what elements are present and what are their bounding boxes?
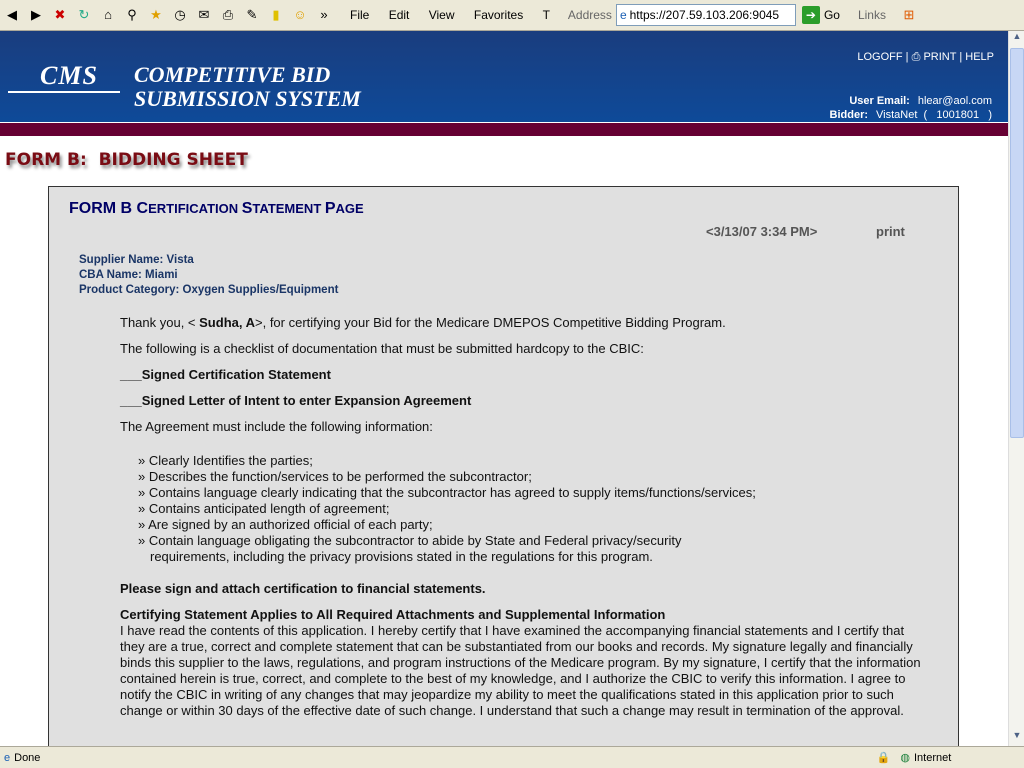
page-icon: e	[619, 8, 627, 22]
links-button[interactable]: Links	[858, 8, 886, 22]
top-links: LOGOFF | ⎙ PRINT | HELP	[857, 51, 994, 63]
product-category: Product Category: Oxygen Supplies/Equipm…	[79, 284, 339, 296]
page-heading: FORM B: BIDDING SHEET	[5, 150, 248, 170]
note-icon[interactable]: ▮	[267, 6, 285, 24]
status-bar: e Done 🔒 ◍ Internet	[0, 746, 1024, 768]
bidder: VistaNet ( 1001801 )	[876, 109, 992, 121]
header-banner: CMS COMPETITIVE BID SUBMISSION SYSTEM LOG…	[0, 31, 1008, 122]
chevron-more-icon[interactable]: »	[315, 6, 333, 24]
datetime: <3/13/07 3:34 PM>	[706, 224, 818, 239]
supplier-name: Supplier Name: Vista	[79, 254, 194, 266]
panel-body: Thank you, < Sudha, A>, for certifying y…	[120, 315, 930, 719]
cba-name: CBA Name: Miami	[79, 269, 178, 281]
zone-text: Internet	[914, 751, 952, 764]
app-title: COMPETITIVE BID SUBMISSION SYSTEM	[134, 63, 361, 111]
certification-panel: FORM B CERTIFICATION STATEMENT PAGE <3/1…	[48, 186, 959, 756]
address-input[interactable]: e https://207.59.103.206:9045	[615, 4, 796, 26]
checklist-intro: The following is a checklist of document…	[120, 341, 644, 356]
list-item: » Contain language obligating the subcon…	[138, 533, 682, 564]
list-item: » Are signed by an authorized official o…	[138, 517, 433, 532]
bidder-label: Bidder:	[829, 109, 869, 121]
logo-line	[8, 91, 120, 93]
user-email: hlear@aol.com	[917, 95, 992, 107]
go-button[interactable]: ➔ Go	[801, 6, 840, 24]
title-line-1: COMPETITIVE BID	[134, 62, 331, 87]
scroll-thumb[interactable]	[1010, 48, 1024, 438]
menu-file[interactable]: File	[350, 8, 369, 22]
favorites-icon[interactable]: ★	[147, 6, 165, 24]
print-link[interactable]: PRINT	[923, 51, 956, 63]
scroll-down-icon[interactable]: ▼	[1010, 730, 1024, 746]
page-done-icon: e	[4, 751, 11, 764]
url-text: https://207.59.103.206:9045	[629, 8, 780, 22]
menu-tools[interactable]: T	[543, 8, 550, 22]
list-item: » Contains anticipated length of agreeme…	[138, 501, 390, 516]
forward-icon[interactable]: ▶	[27, 6, 45, 24]
stop-icon[interactable]: ✖	[51, 6, 69, 24]
supplier-info: Supplier Name: Vista CBA Name: Miami Pro…	[79, 253, 338, 298]
edit-icon[interactable]: ✎	[243, 6, 261, 24]
address-label: Address	[567, 8, 612, 22]
thanks-text: Thank you, < Sudha, A>, for certifying y…	[120, 315, 726, 330]
vertical-scrollbar[interactable]: ▲ ▼	[1008, 31, 1024, 746]
title-line-2: SUBMISSION SYSTEM	[134, 86, 361, 111]
search-icon[interactable]: ⚲	[123, 6, 141, 24]
back-icon[interactable]: ◀	[3, 6, 21, 24]
user-email-label: User Email:	[849, 95, 910, 107]
home-icon[interactable]: ⌂	[99, 6, 117, 24]
go-arrow-icon: ➔	[801, 6, 820, 24]
globe-icon: ◍	[900, 752, 910, 764]
menu-edit[interactable]: Edit	[389, 8, 410, 22]
menu-favorites[interactable]: Favorites	[474, 8, 523, 22]
user-info: User Email: hlear@aol.com Bidder: VistaNet…	[830, 94, 992, 122]
checklist-item: ___Signed Certification Statement	[120, 367, 331, 382]
lock-icon: 🔒	[876, 752, 891, 764]
maroon-bar	[0, 122, 1008, 136]
logoff-link[interactable]: LOGOFF	[857, 51, 902, 63]
print-icon[interactable]: ⎙	[219, 6, 237, 24]
go-label: Go	[823, 8, 840, 22]
cms-logo: CMS	[40, 61, 98, 90]
menu-view[interactable]: View	[429, 8, 455, 22]
agreement-intro: The Agreement must include the following…	[120, 419, 433, 434]
browser-toolbar: ◀ ▶ ✖ ↻ ⌂ ⚲ ★ ◷ ✉ ⎙ ✎ ▮ ☺ » File Edit Vi…	[0, 0, 1024, 31]
help-link[interactable]: HELP	[965, 51, 994, 63]
sign-note: Please sign and attach certification to …	[120, 581, 486, 596]
mail-icon[interactable]: ✉	[195, 6, 213, 24]
history-icon[interactable]: ◷	[171, 6, 189, 24]
requirements-list: » Clearly Identifies the parties; » Desc…	[138, 453, 930, 565]
print-link[interactable]: print	[876, 224, 905, 239]
refresh-icon[interactable]: ↻	[75, 6, 93, 24]
windows-logo-icon: ⊞	[903, 7, 915, 22]
cert-heading: Certifying Statement Applies to All Requ…	[120, 607, 666, 622]
scroll-up-icon[interactable]: ▲	[1010, 31, 1024, 47]
list-item: » Clearly Identifies the parties;	[138, 453, 313, 468]
printer-icon: ⎙	[911, 51, 921, 63]
cert-text: I have read the contents of this applica…	[120, 623, 921, 718]
messenger-icon[interactable]: ☺	[291, 6, 309, 24]
status-text: Done	[14, 751, 41, 764]
list-item: » Contains language clearly indicating t…	[138, 485, 756, 500]
panel-title: FORM B CERTIFICATION STATEMENT PAGE	[69, 200, 364, 217]
checklist-item: ___Signed Letter of Intent to enter Expa…	[120, 393, 472, 408]
list-item: » Describes the function/services to be …	[138, 469, 532, 484]
